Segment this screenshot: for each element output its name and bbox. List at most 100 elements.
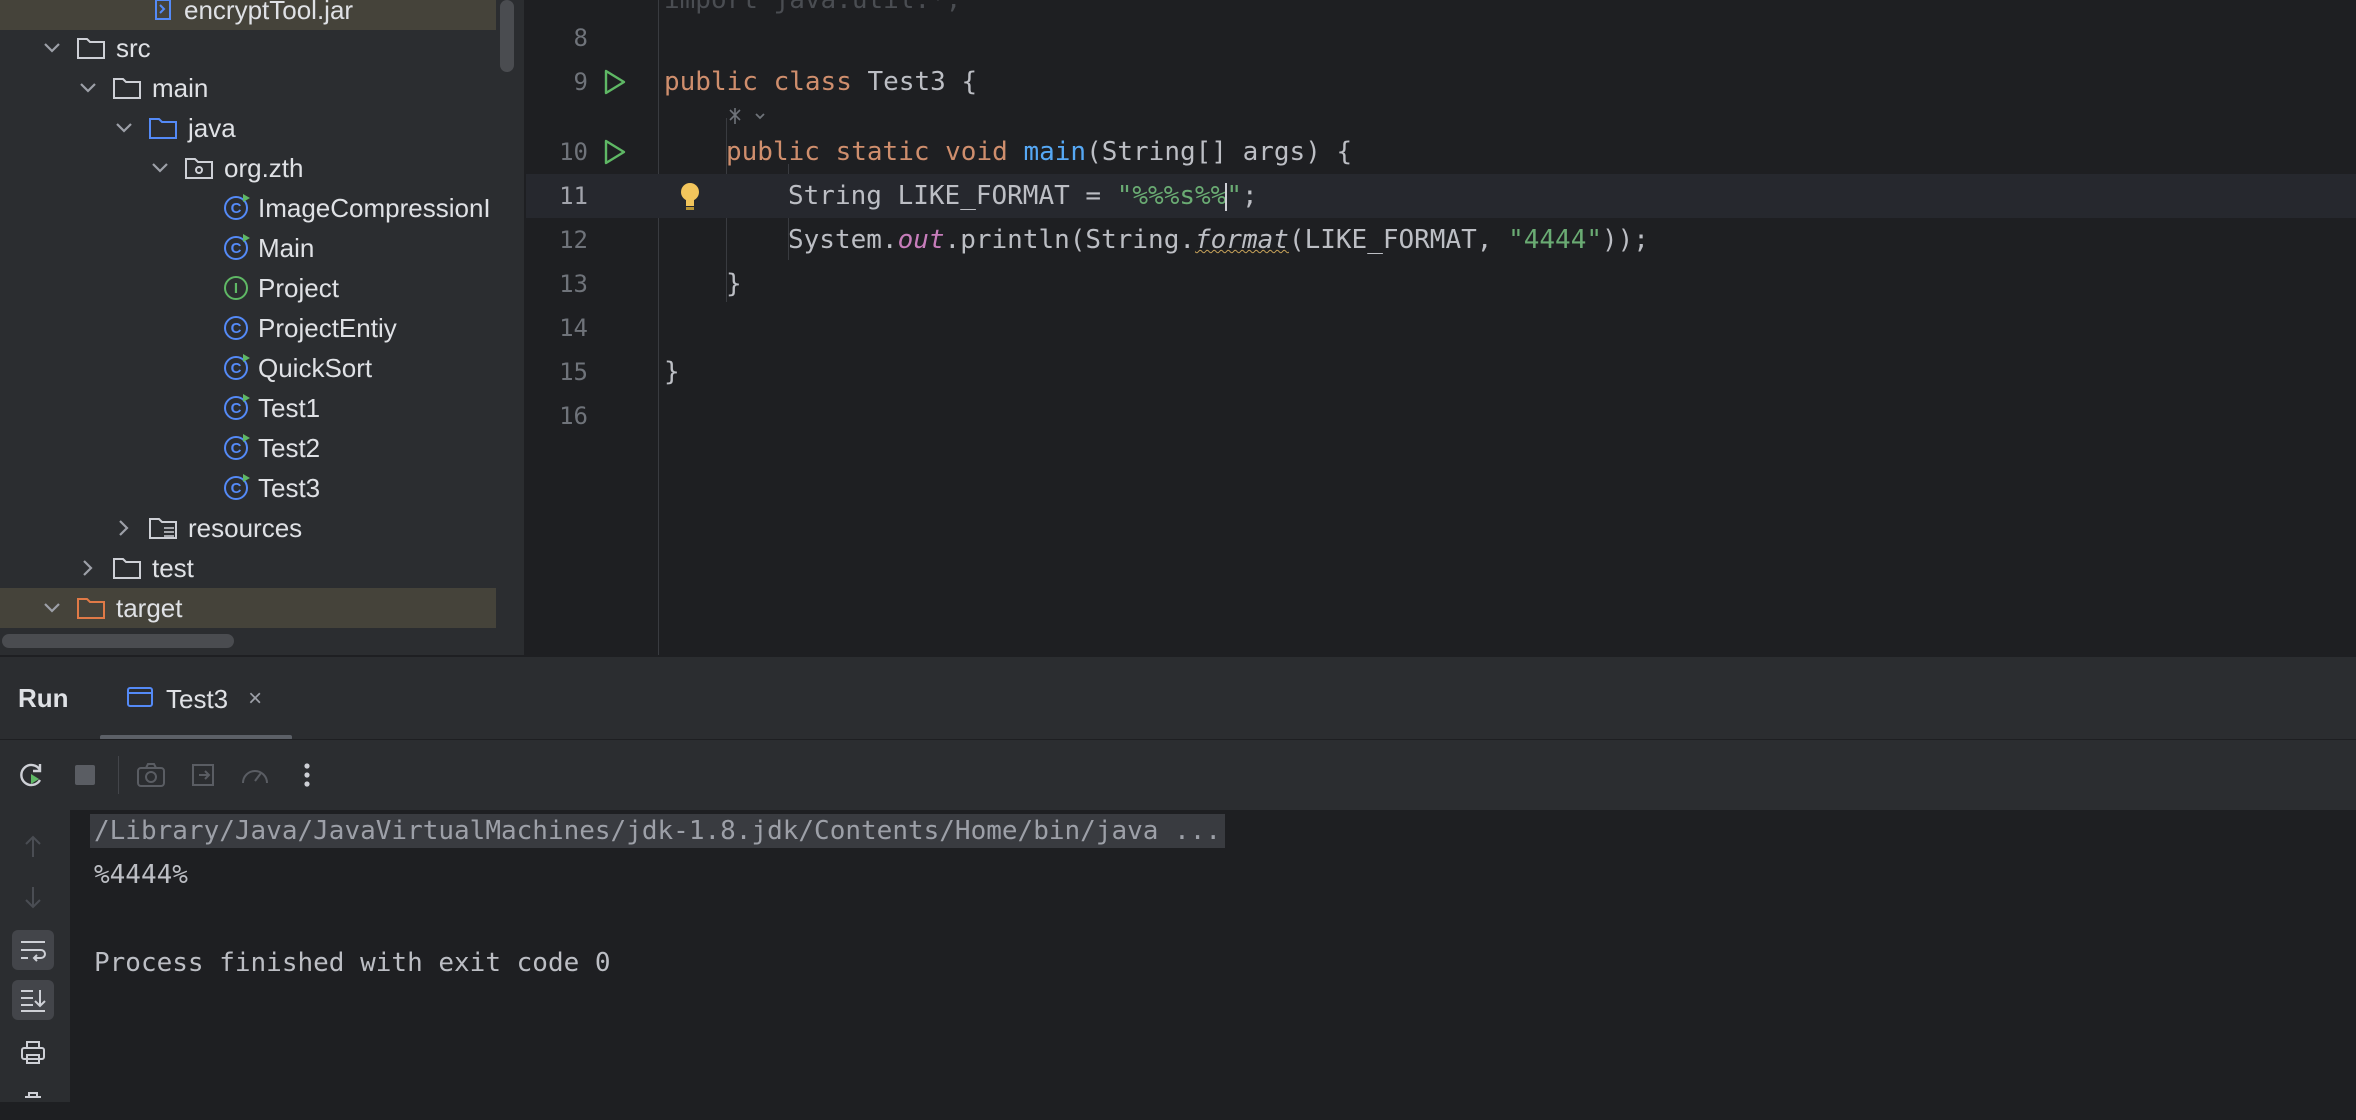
code-line-13[interactable]: 13 }	[526, 262, 2356, 306]
tree-item-test-folder[interactable]: test	[0, 548, 496, 588]
code-text: }	[726, 269, 742, 299]
arrow-up-icon[interactable]	[12, 826, 54, 866]
run-panel-title: Run	[18, 683, 69, 713]
tree-item-label: ImageCompressionI	[258, 192, 491, 223]
package-icon	[184, 156, 214, 180]
tree-item-label: QuickSort	[258, 352, 373, 383]
tree-item-project[interactable]: I Project	[0, 268, 496, 308]
tree-item-test3[interactable]: C Test3	[0, 468, 496, 508]
tree-item-label: Test2	[258, 432, 321, 463]
tree-item-label: org.zth	[224, 152, 304, 183]
code-editor[interactable]: import java.util.*; 8 9 public class Tes…	[526, 0, 2356, 655]
tree-item-label: Test1	[258, 392, 321, 423]
console-icon	[126, 686, 154, 713]
tree-item-label: Project	[258, 272, 339, 303]
code-line-16[interactable]: 16	[526, 394, 2356, 438]
class-icon: C	[224, 234, 250, 260]
line-number: 9	[573, 68, 588, 96]
tree-horizontal-scrollbar[interactable]	[2, 634, 234, 648]
code-text: public class Test3 {	[664, 67, 978, 97]
exit-icon[interactable]	[186, 758, 220, 792]
tree-item-label: ProjectEntiy	[258, 312, 397, 343]
arrow-down-icon[interactable]	[12, 878, 54, 918]
excluded-folder-icon	[76, 596, 106, 620]
tree-item-projectentiy[interactable]: C ProjectEntiy	[0, 308, 496, 348]
tree-item-label: Main	[258, 232, 315, 263]
close-icon[interactable]: ×	[248, 685, 262, 713]
code-text: String LIKE_FORMAT = "%%%s%%";	[788, 181, 1258, 211]
line-number: 15	[559, 358, 588, 386]
tree-item-encrypttool-jar[interactable]: encryptTool.jar	[0, 0, 496, 30]
scroll-to-end-icon[interactable]	[12, 980, 54, 1020]
run-tab-test3[interactable]: Test3 ×	[100, 657, 290, 741]
chevron-down-icon[interactable]	[76, 76, 100, 100]
print-icon[interactable]	[12, 1032, 54, 1072]
tree-item-test1[interactable]: C Test1	[0, 388, 496, 428]
resources-folder-icon	[148, 516, 178, 540]
line-number: 16	[559, 402, 588, 430]
chevron-down-icon[interactable]	[40, 36, 64, 60]
tree-item-label: Test3	[258, 472, 321, 503]
lightbulb-icon[interactable]	[678, 180, 702, 219]
chevron-right-icon[interactable]	[76, 556, 100, 580]
profiler-icon[interactable]	[238, 758, 272, 792]
code-line-12[interactable]: 12 System.out.println(String.format(LIKE…	[526, 218, 2356, 262]
soft-wrap-icon[interactable]	[12, 930, 54, 970]
chevron-down-icon[interactable]	[148, 156, 172, 180]
chevron-down-icon[interactable]	[112, 116, 136, 140]
tree-item-src[interactable]: src	[0, 28, 496, 68]
tree-item-main[interactable]: main	[0, 68, 496, 108]
console-output[interactable]: /Library/Java/JavaVirtualMachines/jdk-1.…	[72, 810, 2356, 1102]
clear-all-icon[interactable]	[12, 1080, 54, 1120]
tree-item-java[interactable]: java	[0, 108, 496, 148]
tree-item-org-zth[interactable]: org.zth	[0, 148, 496, 188]
code-line-10[interactable]: 10 public static void main(String[] args…	[526, 130, 2356, 174]
run-tab-label: Test3	[166, 683, 229, 714]
project-tool-window: encryptTool.jar src main java org.zth C …	[0, 0, 524, 655]
chevron-down-icon[interactable]	[40, 596, 64, 620]
tree-item-imagecompression[interactable]: C ImageCompressionI	[0, 188, 496, 228]
tree-item-target[interactable]: target	[0, 588, 496, 628]
tree-item-main-class[interactable]: C Main	[0, 228, 496, 268]
folder-icon	[112, 76, 142, 100]
more-options-icon[interactable]	[290, 758, 324, 792]
code-text: }	[664, 357, 680, 387]
class-icon: C	[224, 394, 250, 420]
tree-item-label: resources	[188, 512, 303, 543]
class-icon: C	[224, 474, 250, 500]
tree-item-quicksort[interactable]: C QuickSort	[0, 348, 496, 388]
console-program-output: %4444%	[94, 860, 188, 890]
code-text: import java.util.*;	[664, 0, 962, 15]
rerun-icon[interactable]	[14, 758, 48, 792]
run-class-gutter-icon[interactable]	[602, 69, 628, 95]
tree-item-resources[interactable]: resources	[0, 508, 496, 548]
code-text: public static void main(String[] args) {	[726, 137, 1353, 167]
tree-item-label: target	[116, 592, 183, 623]
tree-item-test2[interactable]: C Test2	[0, 428, 496, 468]
line-number: 12	[559, 226, 588, 254]
code-line-11[interactable]: 11 String LIKE_FORMAT = "%%%s%%";	[526, 174, 2356, 218]
jar-file-icon	[154, 0, 174, 21]
interface-icon: I	[224, 276, 248, 300]
console-exit-message: Process finished with exit code 0	[94, 948, 611, 978]
run-method-gutter-icon[interactable]	[602, 139, 628, 165]
tree-vertical-scrollbar[interactable]	[500, 0, 514, 72]
camera-icon[interactable]	[134, 758, 168, 792]
chevron-right-icon[interactable]	[112, 516, 136, 540]
tree-item-label: test	[152, 552, 194, 583]
line-number: 11	[559, 182, 588, 210]
stop-icon[interactable]	[68, 758, 102, 792]
code-line-15[interactable]: 15 }	[526, 350, 2356, 394]
inlay-hint-icon[interactable]	[726, 104, 770, 130]
class-icon: C	[224, 434, 250, 460]
console-command-line[interactable]: /Library/Java/JavaVirtualMachines/jdk-1.…	[90, 814, 1226, 848]
code-line-9[interactable]: 9 public class Test3 {	[526, 60, 2356, 104]
tree-item-label: main	[152, 72, 209, 103]
code-line-14[interactable]: 14	[526, 306, 2356, 350]
console-side-toolbar	[0, 810, 70, 1102]
line-number: 10	[559, 138, 588, 166]
run-tool-window-header: Run Test3 ×	[0, 655, 2356, 741]
folder-icon	[112, 556, 142, 580]
code-line-8[interactable]: 8	[526, 16, 2356, 60]
class-icon: C	[224, 194, 250, 220]
